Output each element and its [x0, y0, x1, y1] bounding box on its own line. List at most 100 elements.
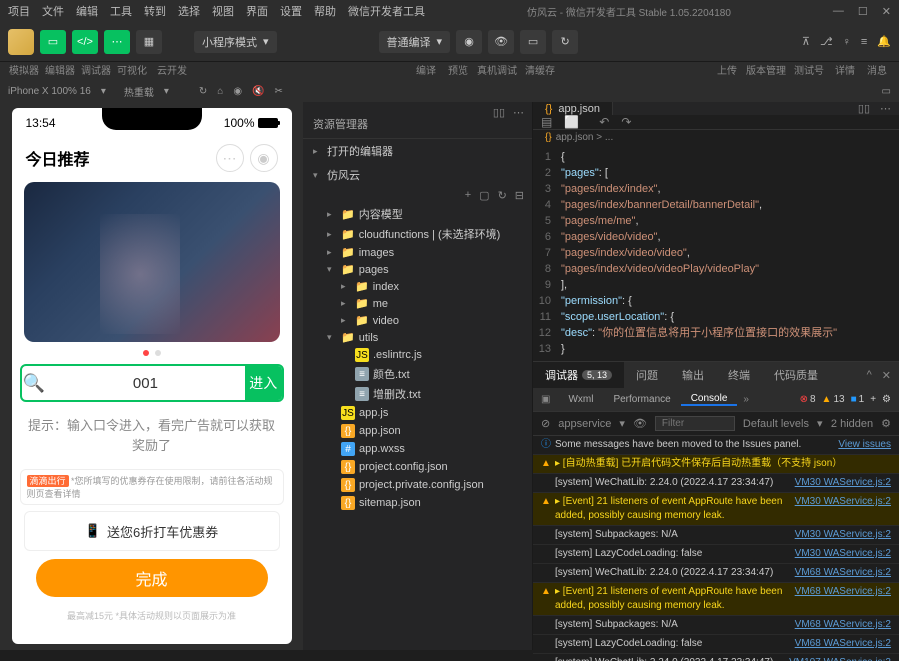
menu-item[interactable]: 项目: [8, 3, 30, 19]
levels-select[interactable]: Default levels: [743, 418, 809, 430]
visual-toggle[interactable]: ▦: [136, 30, 162, 54]
open-editors-section[interactable]: ▸打开的编辑器: [303, 139, 532, 163]
simulator-toggle[interactable]: ▭: [40, 30, 66, 54]
new-file-icon[interactable]: +: [465, 189, 471, 202]
compile-btn[interactable]: ◉: [456, 30, 482, 54]
menu-item[interactable]: 编辑: [76, 3, 98, 19]
menu-dots-icon[interactable]: ⋯: [216, 144, 244, 172]
minimize-icon[interactable]: —: [833, 5, 844, 18]
new-folder-icon[interactable]: ▢: [479, 189, 489, 202]
tree-item[interactable]: ▸📁images: [303, 244, 532, 261]
tree-item[interactable]: #app.wxss: [303, 440, 532, 458]
tree-item[interactable]: ▾📁utils: [303, 329, 532, 346]
device-select[interactable]: iPhone X 100% 16: [8, 86, 91, 97]
terminal-tab[interactable]: 终端: [716, 362, 762, 388]
ad-banner[interactable]: 滴滴出行 *您所填写的优惠券存在使用限制，请前往各活动规则页查看详情: [20, 469, 284, 505]
undo-icon[interactable]: ↶: [599, 115, 609, 129]
details-btn[interactable]: ≡: [861, 36, 867, 48]
back-icon[interactable]: ◉: [233, 86, 242, 97]
clear-console-icon[interactable]: ⊘: [541, 417, 550, 430]
tree-item[interactable]: {}app.json: [303, 422, 532, 440]
enter-button[interactable]: 进入: [245, 366, 282, 400]
tree-item[interactable]: {}project.private.config.json: [303, 476, 532, 494]
home-icon[interactable]: ⌂: [217, 86, 223, 97]
refresh-icon[interactable]: ↻: [498, 189, 507, 202]
menu-item[interactable]: 设置: [280, 3, 302, 19]
filter-input[interactable]: [655, 416, 735, 431]
upload-btn[interactable]: ⊼: [802, 35, 810, 48]
bookmark-icon[interactable]: ⬜: [564, 115, 579, 129]
console-settings-icon[interactable]: ⚙: [881, 417, 891, 430]
tree-item[interactable]: ▸📁me: [303, 295, 532, 312]
error-count[interactable]: ⊗8: [800, 394, 816, 405]
editor-toggle[interactable]: </>: [72, 30, 98, 54]
tree-item[interactable]: ▸📁内容模型: [303, 204, 532, 224]
tree-item[interactable]: ▸📁cloudfunctions | (未选择环境): [303, 224, 532, 244]
menu-item[interactable]: 工具: [110, 3, 132, 19]
breadcrumb[interactable]: {} app.json > ...: [533, 130, 899, 145]
settings-icon[interactable]: ⚙: [882, 394, 891, 405]
clear-cache-btn[interactable]: ↻: [552, 30, 578, 54]
info-count[interactable]: ■1: [851, 394, 865, 405]
preview-btn[interactable]: 👁: [488, 30, 514, 54]
menu-item[interactable]: 转到: [144, 3, 166, 19]
mute-icon[interactable]: 🔇: [252, 86, 264, 97]
tree-item[interactable]: JS.eslintrc.js: [303, 346, 532, 364]
float-icon[interactable]: ▭: [882, 86, 891, 97]
debugger-toggle[interactable]: ⋯: [104, 30, 130, 54]
performance-tab[interactable]: Performance: [603, 394, 680, 405]
split-editor-icon[interactable]: ▯▯: [858, 102, 870, 115]
outline-icon[interactable]: ▤: [541, 115, 552, 129]
maximize-icon[interactable]: ☐: [858, 5, 868, 18]
tree-item[interactable]: {}sitemap.json: [303, 494, 532, 512]
console-output[interactable]: ⓘSome messages have been moved to the Is…: [533, 436, 899, 661]
project-root[interactable]: ▾仿风云: [303, 163, 532, 187]
mode-select[interactable]: 小程序模式▾: [194, 31, 277, 53]
menu-item[interactable]: 选择: [178, 3, 200, 19]
rotate-icon[interactable]: ↻: [199, 86, 207, 97]
redo-icon[interactable]: ↷: [621, 115, 631, 129]
tree-item[interactable]: {}project.config.json: [303, 458, 532, 476]
complete-button[interactable]: 完成: [36, 559, 268, 597]
close-panel-icon[interactable]: ✕: [882, 369, 891, 382]
warn-count[interactable]: ▲13: [822, 394, 845, 405]
menu-item[interactable]: 文件: [42, 3, 64, 19]
eye-icon[interactable]: 👁: [633, 417, 647, 430]
target-icon[interactable]: ◉: [250, 144, 278, 172]
menu-item[interactable]: 视图: [212, 3, 234, 19]
tree-item[interactable]: JSapp.js: [303, 404, 532, 422]
problems-tab[interactable]: 问题: [624, 362, 670, 388]
expand-icon[interactable]: ^: [867, 369, 872, 382]
quality-tab[interactable]: 代码质量: [762, 362, 830, 388]
hot-reload[interactable]: 热重载: [124, 84, 154, 99]
message-btn[interactable]: 🔔: [877, 35, 891, 48]
console-tab[interactable]: Console: [681, 393, 738, 406]
tree-item[interactable]: ▾📁pages: [303, 261, 532, 278]
plus-icon[interactable]: +: [870, 394, 876, 405]
test-btn[interactable]: ♀: [843, 36, 851, 48]
menu-item[interactable]: 帮助: [314, 3, 336, 19]
compile-select[interactable]: 普通编译▾: [379, 31, 451, 53]
code-editor[interactable]: 1{2 "pages": [3 "pages/index/index",4 "p…: [533, 145, 899, 361]
output-tab[interactable]: 输出: [670, 362, 716, 388]
cut-icon[interactable]: ✂: [275, 86, 283, 97]
hidden-count[interactable]: 2 hidden: [831, 418, 873, 430]
elements-icon[interactable]: ▣: [533, 394, 558, 405]
menu-item[interactable]: 界面: [246, 3, 268, 19]
collapse-icon[interactable]: ⊟: [515, 189, 524, 202]
tree-item[interactable]: ≡颜色.txt: [303, 364, 532, 384]
editor-tab[interactable]: {} app.json: [533, 102, 613, 115]
more-editor-icon[interactable]: ⋯: [880, 102, 891, 115]
version-btn[interactable]: ⎇: [820, 35, 833, 48]
tree-item[interactable]: ≡增删改.txt: [303, 384, 532, 404]
tree-item[interactable]: ▸📁video: [303, 312, 532, 329]
context-select[interactable]: appservice: [558, 418, 611, 430]
close-icon[interactable]: ✕: [882, 5, 891, 18]
coupon-card[interactable]: 📱 送您6折打车优惠券: [24, 511, 280, 551]
tree-item[interactable]: ▸📁index: [303, 278, 532, 295]
remote-debug-btn[interactable]: ▭: [520, 30, 546, 54]
menu-item[interactable]: 微信开发者工具: [348, 3, 425, 19]
banner-image[interactable]: [24, 182, 280, 342]
code-input[interactable]: [46, 366, 245, 400]
wxml-tab[interactable]: Wxml: [558, 394, 603, 405]
